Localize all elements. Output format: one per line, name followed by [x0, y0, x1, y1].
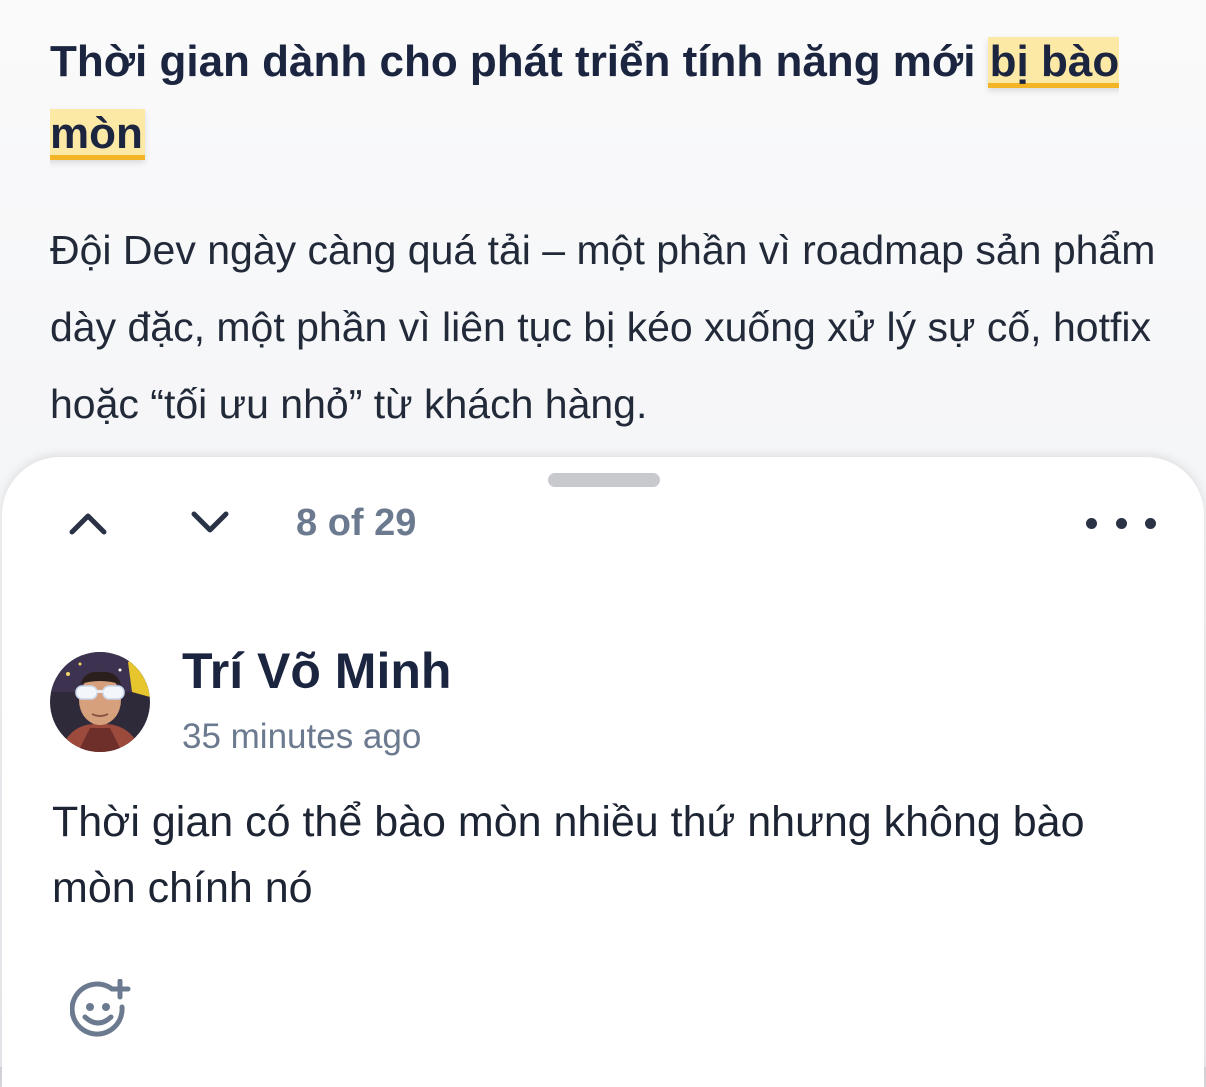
more-dot [1086, 517, 1097, 529]
more-options-button[interactable] [1086, 499, 1156, 547]
comment-counter: 8 of 29 [296, 502, 417, 544]
comment-timestamp: 35 minutes ago [182, 717, 422, 756]
next-comment-button[interactable] [186, 499, 234, 547]
avatar[interactable] [50, 652, 150, 752]
add-reaction-icon [69, 978, 131, 1037]
more-dot [1115, 517, 1127, 529]
comment-body: Thời gian có thể bào mòn nhiều thứ nhưng… [52, 798, 1085, 912]
avatar-image [50, 652, 150, 752]
chevron-up-icon [69, 513, 107, 535]
article-heading: Thời gian dành cho phát triển tính năng … [50, 26, 1180, 170]
article-paragraph: Đội Dev ngày càng quá tải – một phần vì … [50, 227, 1156, 427]
add-reaction-button[interactable] [69, 978, 132, 1039]
more-dot [1145, 517, 1156, 529]
chevron-down-icon [191, 511, 229, 533]
comment-sheet: 8 of 29 Trí Võ Minh 35 minutes ago Thời … [2, 457, 1204, 1087]
comment-author[interactable]: Trí Võ Minh [182, 643, 451, 699]
heading-text: Thời gian dành cho phát triển tính năng … [50, 37, 988, 86]
drag-handle[interactable] [548, 473, 660, 487]
previous-comment-button[interactable] [64, 499, 112, 547]
